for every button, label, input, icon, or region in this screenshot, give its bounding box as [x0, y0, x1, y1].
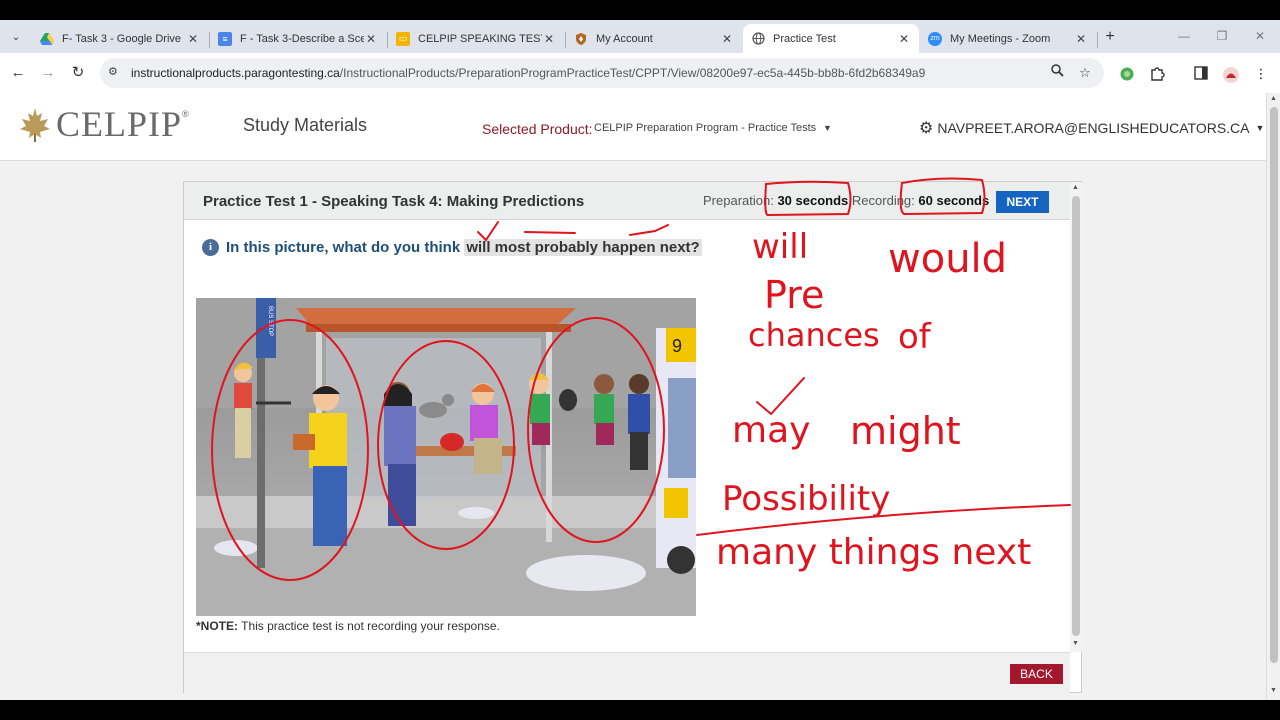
close-icon[interactable]: ✕: [364, 32, 378, 46]
tab-label: F - Task 3-Describe a Scene: [240, 32, 364, 45]
recording-note: *NOTE: This practice test is not recordi…: [196, 619, 500, 633]
scroll-up-arrow-icon[interactable]: ▲: [1072, 184, 1079, 191]
scroll-thumb[interactable]: [1072, 196, 1080, 636]
bus-number-text: 9: [672, 336, 682, 356]
menu-dots-icon[interactable]: ⋮: [1252, 66, 1270, 84]
address-bar[interactable]: ⚙ instructionalproducts.paragontesting.c…: [100, 58, 1104, 88]
recording-time: 60 seconds: [918, 193, 990, 208]
panel-scrollbar[interactable]: ▲ ▼: [1070, 182, 1082, 652]
question-prompt: i In this picture, what do you think wil…: [202, 239, 702, 256]
selected-product-label: Selected Product:: [482, 121, 593, 137]
minimize-icon[interactable]: —: [1172, 26, 1196, 46]
url-host: instructionalproducts.paragontesting.ca: [131, 66, 340, 80]
close-icon[interactable]: ✕: [897, 32, 911, 46]
google-docs-icon: ≡: [218, 31, 232, 46]
profile-avatar-icon[interactable]: [1222, 66, 1240, 84]
scroll-thumb[interactable]: [1270, 107, 1278, 663]
url-path: /InstructionalProducts/PreparationProgra…: [339, 66, 926, 80]
account-email: NAVPREET.ARORA@ENGLISHEDUCATORS.CA: [937, 120, 1250, 136]
tab-my-account[interactable]: My Account ✕: [566, 24, 742, 53]
practice-test-panel: Practice Test 1 - Speaking Task 4: Makin…: [183, 181, 1082, 694]
preparation-label: Preparation:: [703, 193, 774, 208]
tab-search-chevron-icon[interactable]: ⌄: [6, 27, 26, 47]
preparation-time: 30 seconds: [777, 193, 849, 208]
panel-footer: BACK: [184, 652, 1070, 694]
caret-down-icon[interactable]: ▼: [823, 123, 832, 133]
google-drive-icon: [40, 32, 54, 46]
window-close-icon[interactable]: ✕: [1248, 26, 1272, 46]
question-highlight: will most probably happen next?: [464, 239, 702, 256]
extensions-puzzle-icon[interactable]: [1148, 66, 1166, 84]
bus-stop-illustration: BUS STOP 9: [196, 298, 696, 616]
tab-label: CELPIP SPEAKING TEST | 20: [418, 32, 542, 45]
zoom-icon: zm: [928, 31, 942, 46]
site-header: CELPIP ® Study Materials Selected Produc…: [0, 93, 1266, 161]
close-icon[interactable]: ✕: [186, 32, 200, 46]
back-button[interactable]: BACK: [1010, 664, 1063, 684]
recording-label: Recording:: [851, 193, 915, 208]
scene-illustration: BUS STOP 9: [196, 298, 696, 616]
tab-label: Practice Test: [773, 32, 836, 45]
close-icon[interactable]: ✕: [1074, 32, 1088, 46]
bus-stop-sign-text: BUS STOP: [267, 306, 273, 336]
forward-arrow-icon[interactable]: →: [38, 63, 58, 83]
screen-bottom-bar: [0, 700, 1280, 720]
browser-tab-strip: ⌄ F- Task 3 - Google Drive ✕ ≡ F - Task …: [0, 20, 1280, 53]
browser-toolbar: ← → ↻ ⚙ instructionalproducts.paragontes…: [0, 53, 1280, 93]
study-materials-title: Study Materials: [243, 115, 368, 135]
extension-green-icon[interactable]: [1118, 66, 1136, 84]
tab-label: My Account: [596, 32, 653, 45]
zoom-magnifier-icon[interactable]: [1048, 64, 1066, 82]
question-text: In this picture, what do you think: [226, 239, 465, 256]
page-scrollbar[interactable]: ▲ ▼: [1266, 93, 1280, 700]
scroll-down-arrow-icon[interactable]: ▼: [1072, 640, 1079, 647]
note-text: This practice test is not recording your…: [238, 619, 500, 633]
logo-wordmark: CELPIP: [56, 104, 183, 144]
caret-down-icon: ▼: [1255, 123, 1265, 133]
globe-icon: [751, 32, 765, 46]
scroll-down-arrow-icon[interactable]: ▼: [1270, 687, 1277, 694]
url-text[interactable]: instructionalproducts.paragontesting.ca/…: [131, 66, 925, 80]
tab-google-drive[interactable]: F- Task 3 - Google Drive ✕: [32, 24, 208, 53]
info-icon: i: [202, 239, 219, 256]
restore-icon[interactable]: ❐: [1210, 26, 1234, 46]
maple-leaf-icon: [20, 108, 50, 142]
account-menu[interactable]: ⚙ NAVPREET.ARORA@ENGLISHEDUCATORS.CA ▼: [919, 118, 1264, 138]
new-tab-plus-icon[interactable]: +: [1100, 27, 1120, 47]
site-info-icon[interactable]: ⚙: [108, 65, 118, 78]
registered-mark: ®: [182, 109, 189, 119]
shield-icon: [574, 32, 588, 46]
tab-google-slides[interactable]: ▭ CELPIP SPEAKING TEST | 20 ✕: [388, 24, 564, 53]
panel-title: Practice Test 1 - Speaking Task 4: Makin…: [203, 193, 585, 210]
tab-divider: [1097, 32, 1098, 48]
side-panel-icon[interactable]: [1192, 66, 1210, 84]
panel-header: Practice Test 1 - Speaking Task 4: Makin…: [184, 182, 1070, 220]
tab-practice-test[interactable]: Practice Test ✕: [743, 24, 919, 53]
tab-zoom[interactable]: zm My Meetings - Zoom ✕: [920, 24, 1096, 53]
selected-product-dropdown[interactable]: CELPIP Preparation Program - Practice Te…: [594, 122, 816, 134]
tab-google-docs[interactable]: ≡ F - Task 3-Describe a Scene ✕: [210, 24, 386, 53]
back-arrow-icon[interactable]: ←: [8, 63, 28, 83]
google-slides-icon: ▭: [396, 31, 410, 46]
scroll-up-arrow-icon[interactable]: ▲: [1270, 95, 1277, 102]
page-content: CELPIP ® Study Materials Selected Produc…: [0, 93, 1266, 700]
reload-icon[interactable]: ↻: [68, 63, 88, 83]
note-label: *NOTE:: [196, 619, 238, 633]
celpip-logo[interactable]: CELPIP ®: [18, 103, 189, 145]
bookmark-star-icon[interactable]: ☆: [1076, 64, 1094, 82]
tab-label: F- Task 3 - Google Drive: [62, 32, 182, 45]
close-icon[interactable]: ✕: [720, 32, 734, 46]
gear-icon: ⚙: [919, 120, 934, 137]
next-button[interactable]: NEXT: [996, 191, 1049, 213]
timer-info: Preparation: 30 seconds Recording: 60 se…: [703, 193, 989, 208]
tab-label: My Meetings - Zoom: [950, 32, 1051, 45]
close-icon[interactable]: ✕: [542, 32, 556, 46]
